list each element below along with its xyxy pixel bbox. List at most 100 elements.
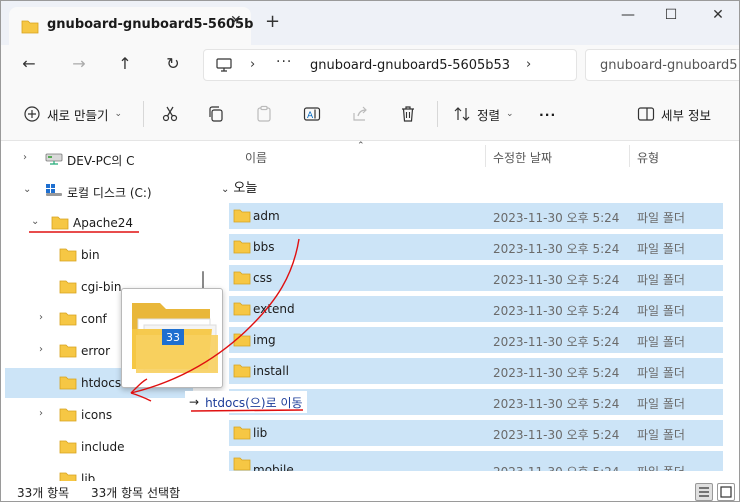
drop-tooltip: → htdocs(으)로 이동 [185, 391, 307, 413]
path-overflow-button[interactable]: ··· [276, 54, 292, 70]
details-pane-label: 세부 정보 [661, 107, 711, 123]
file-type: 파일 폴더 [637, 463, 685, 471]
file-date: 2023-11-30 오후 5:24 [493, 397, 620, 411]
sidebar-item-label: include [81, 440, 125, 454]
sidebar-item-icons[interactable]: › icons [5, 400, 193, 430]
list-item[interactable]: extend 2023-11-30 오후 5:24 파일 폴더 [229, 296, 723, 322]
details-view-button[interactable] [695, 483, 713, 501]
file-list-scrollbar[interactable] [725, 141, 739, 481]
file-date: 2023-11-30 오후 5:24 [493, 335, 620, 349]
column-divider[interactable] [485, 145, 486, 167]
file-name: extend [253, 302, 295, 316]
details-pane-button[interactable]: 세부 정보 [637, 103, 711, 125]
file-name: lib [253, 426, 268, 440]
folder-icon [51, 215, 69, 233]
chevron-down-icon[interactable]: ⌄ [23, 184, 31, 195]
chevron-right-icon: › [526, 57, 532, 72]
close-window-button[interactable]: ✕ [703, 7, 733, 27]
file-name: install [253, 364, 289, 378]
file-type: 파일 폴더 [637, 242, 685, 256]
list-item[interactable]: adm 2023-11-30 오후 5:24 파일 폴더 [229, 203, 723, 229]
drag-count-badge: 33 [166, 331, 180, 344]
delete-button[interactable] [399, 103, 417, 125]
toolbar-divider [437, 101, 438, 127]
chevron-down-icon: ⌄ [114, 109, 123, 119]
share-button[interactable] [351, 103, 369, 125]
new-button-label: 새로 만들기 [47, 107, 109, 123]
tab-title: gnuboard-gnuboard5-5605b [47, 17, 254, 32]
drag-preview: 33 [121, 288, 223, 388]
command-bar: 새로 만들기 ⌄ A 정렬 ⌄ ··· 세부 정보 [1, 85, 739, 141]
file-type: 파일 폴더 [637, 397, 685, 411]
address-box[interactable]: › ··· gnuboard-gnuboard5-5605b53 › [203, 49, 577, 81]
file-list: ⌃ 이름 수정한 날짜 유형 ⌄ 오늘 adm 2023-11-30 오후 5:2… [213, 141, 739, 481]
minimize-button[interactable]: — [613, 7, 643, 27]
list-item[interactable]: install 2023-11-30 오후 5:24 파일 폴더 [229, 358, 723, 384]
maximize-button[interactable]: ☐ [656, 7, 686, 27]
chevron-down-icon: ⌄ [221, 184, 230, 195]
status-bar: 33개 항목 33개 항목 선택함 [1, 481, 739, 501]
file-date: 2023-11-30 오후 5:24 [493, 273, 620, 287]
copy-icon [209, 106, 223, 122]
file-type: 파일 폴더 [637, 304, 685, 318]
up-button[interactable]: ↑ [113, 53, 137, 77]
list-item[interactable]: bbs 2023-11-30 오후 5:24 파일 폴더 [229, 234, 723, 260]
file-date: 2023-11-30 오후 5:24 [493, 428, 620, 442]
chevron-right-icon[interactable]: › [39, 312, 43, 323]
rename-button[interactable]: A [303, 103, 321, 125]
column-header-name[interactable]: 이름 [245, 149, 267, 166]
file-name: img [253, 333, 276, 347]
tiles-view-button[interactable] [717, 483, 735, 501]
folder-icon [233, 456, 251, 471]
file-type: 파일 폴더 [637, 211, 685, 225]
rename-icon: A [303, 107, 321, 121]
file-date: 2023-11-30 오후 5:24 [493, 304, 620, 318]
file-name: css [253, 271, 273, 285]
forward-button[interactable]: → [67, 53, 91, 77]
list-item[interactable]: img 2023-11-30 오후 5:24 파일 폴더 [229, 327, 723, 353]
sidebar-item-label: icons [81, 408, 113, 422]
file-date: 2023-11-30 오후 5:24 [493, 211, 620, 225]
plus-circle-icon [24, 106, 40, 122]
breadcrumb-current[interactable]: gnuboard-gnuboard5-5605b53 [310, 58, 510, 73]
cut-button[interactable] [161, 103, 179, 125]
group-header-today[interactable]: ⌄ 오늘 [221, 177, 257, 196]
paste-button[interactable] [255, 103, 273, 125]
file-type: 파일 폴더 [637, 428, 685, 442]
search-box[interactable]: gnuboard-gnuboard5 [585, 49, 739, 81]
trash-icon [402, 106, 414, 122]
new-tab-button[interactable]: + [265, 13, 280, 31]
list-item[interactable]: mobile 2023-11-30 오후 5:24 파일 폴더 [229, 451, 723, 471]
chevron-down-icon[interactable]: ⌄ [31, 216, 39, 227]
file-type: 파일 폴더 [637, 273, 685, 287]
file-date: 2023-11-30 오후 5:24 [493, 463, 619, 471]
file-name: adm [253, 209, 280, 223]
folder-icon [233, 208, 251, 226]
sort-button[interactable]: 정렬 ⌄ [453, 103, 514, 125]
list-item[interactable]: lib 2023-11-30 오후 5:24 파일 폴더 [229, 420, 723, 446]
folder-icon [233, 301, 251, 319]
close-tab-button[interactable]: ✕ [230, 13, 242, 29]
refresh-button[interactable]: ↻ [161, 53, 185, 77]
chevron-right-icon[interactable]: › [39, 344, 43, 355]
sidebar-item-bin[interactable]: bin [5, 240, 193, 270]
back-button[interactable]: ← [17, 53, 41, 77]
see-more-button[interactable]: ··· [539, 103, 556, 125]
list-item[interactable]: css 2023-11-30 오후 5:24 파일 폴더 [229, 265, 723, 291]
chevron-right-icon[interactable]: › [23, 152, 27, 163]
tab-active[interactable]: gnuboard-gnuboard5-5605b ✕ [9, 7, 254, 45]
copy-button[interactable] [207, 103, 225, 125]
sidebar-item-include[interactable]: include [5, 432, 193, 462]
column-header-modified[interactable]: 수정한 날짜 [493, 149, 552, 166]
folder-icon [59, 407, 77, 425]
new-button[interactable]: 새로 만들기 ⌄ [23, 103, 122, 125]
sidebar-item-apache24[interactable]: ⌄ Apache24 [5, 208, 193, 238]
sidebar-item-local-disk[interactable]: ⌄ 로컬 디스크 (C:) [5, 176, 193, 206]
folder-icon [59, 279, 77, 297]
column-divider[interactable] [629, 145, 630, 167]
column-header-type[interactable]: 유형 [637, 149, 659, 166]
chevron-right-icon[interactable]: › [39, 408, 43, 419]
search-placeholder: gnuboard-gnuboard5 [600, 58, 738, 73]
folder-icon [233, 332, 251, 350]
sidebar-item-dev-pc[interactable]: › DEV-PC의 C [5, 144, 193, 174]
